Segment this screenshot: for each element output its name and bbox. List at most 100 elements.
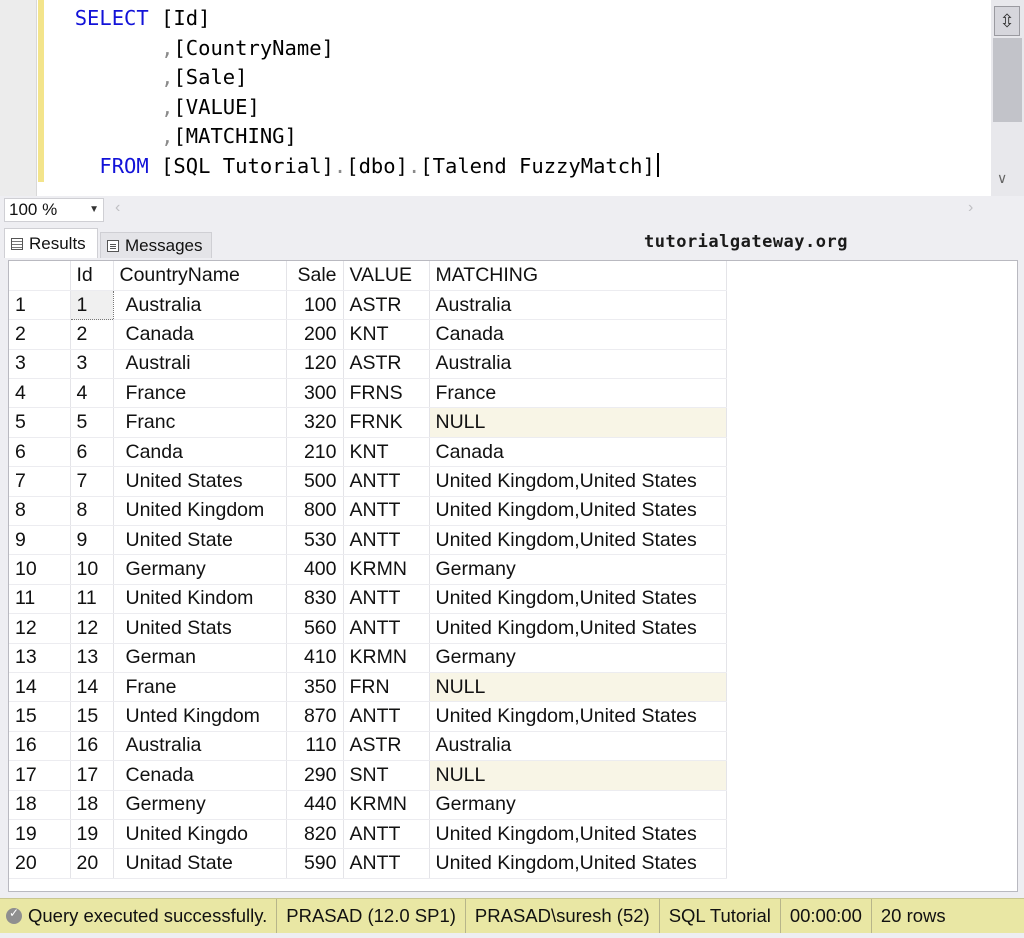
cell-matching[interactable]: Germany [429,643,727,673]
row-number[interactable]: 17 [9,760,71,791]
scroll-left-icon[interactable]: ‹ [115,199,120,217]
scrollbar-thumb[interactable] [993,38,1022,122]
cell-matching[interactable]: Canada [429,437,727,468]
tab-results[interactable]: Results [4,228,98,258]
cell-matching[interactable]: Germany [429,554,727,585]
row-number[interactable]: 9 [9,525,71,556]
row-number[interactable]: 14 [9,672,71,703]
cell-value[interactable]: ASTR [343,731,430,762]
table-row[interactable]: 4 4 France 300 FRNS France [9,378,727,409]
cell-matching[interactable]: Australia [429,731,727,762]
table-row[interactable]: 20 20 Unitad State 590 ANTT United Kingdom,Un… [9,848,727,879]
cell-value[interactable]: KRMN [343,790,430,820]
cell-countryname[interactable]: United State [113,525,287,556]
cell-countryname[interactable]: United Stats [113,613,287,644]
cell-value[interactable]: ANTT [343,584,430,615]
cell-id[interactable]: 8 [70,496,114,527]
cell-matching[interactable]: France [429,378,727,409]
cell-value[interactable]: ANTT [343,848,430,879]
cell-value[interactable]: FRNK [343,407,430,438]
cell-id[interactable]: 18 [70,790,114,820]
cell-sale[interactable]: 560 [286,613,344,644]
cell-matching[interactable]: Germany [429,790,727,820]
cell-matching[interactable]: Australia [429,290,727,321]
cell-countryname[interactable]: United States [113,466,287,497]
cell-sale[interactable]: 290 [286,760,344,791]
table-row[interactable]: 14 14 Frane 350 FRN NULL [9,672,727,703]
split-icon[interactable]: ⇳ [994,6,1020,36]
cell-matching[interactable]: NULL [429,407,727,438]
cell-sale[interactable]: 500 [286,466,344,497]
cell-matching[interactable]: United Kingdom,United States [429,466,727,497]
table-row[interactable]: 11 11 United Kindom 830 ANTT United Kingdom,U… [9,584,727,615]
cell-matching[interactable]: United Kingdom,United States [429,701,727,732]
row-number[interactable]: 7 [9,466,71,497]
row-number[interactable]: 10 [9,554,71,585]
cell-sale[interactable]: 830 [286,584,344,615]
row-number[interactable]: 18 [9,790,71,820]
cell-value[interactable]: ANTT [343,613,430,644]
query-editor[interactable]: SELECT [Id] ,[CountryName] ,[Sale] ,[VAL… [0,0,1024,196]
table-row[interactable]: 5 5 Franc 320 FRNK NULL [9,407,727,438]
column-header-countryname[interactable]: CountryName [113,261,287,291]
table-row[interactable]: 1 1 Australia 100 ASTR Australia [9,289,727,321]
column-header-id[interactable]: Id [70,261,114,291]
row-number[interactable]: 6 [9,437,71,468]
cell-sale[interactable]: 320 [286,407,344,438]
cell-countryname[interactable]: Unitad State [113,848,287,879]
cell-matching[interactable]: Australia [429,349,727,380]
cell-countryname[interactable]: Franc [113,407,287,438]
cell-matching[interactable]: Canada [429,319,727,350]
cell-id[interactable]: 1 [69,289,114,321]
cell-matching[interactable]: United Kingdom,United States [429,848,727,879]
cell-value[interactable]: ASTR [343,290,430,321]
row-number[interactable]: 19 [9,819,71,850]
scroll-right-icon[interactable]: › [968,199,973,217]
row-number[interactable]: 4 [9,378,71,409]
cell-value[interactable]: KRMN [343,643,430,673]
cell-id[interactable]: 6 [70,437,114,468]
cell-id[interactable]: 13 [70,643,114,673]
row-number[interactable]: 12 [9,613,71,644]
table-row[interactable]: 8 8 United Kingdom 800 ANTT United Kingdom,Un… [9,496,727,527]
cell-countryname[interactable]: Unted Kingdom [113,701,287,732]
editor-vertical-scrollbar[interactable]: ⇳ ∨ [991,0,1024,196]
cell-countryname[interactable]: Cenada [113,760,287,791]
zoom-dropdown[interactable]: 100 % ▼ [4,198,104,222]
cell-sale[interactable]: 200 [286,319,344,350]
cell-id[interactable]: 15 [70,701,114,732]
cell-matching[interactable]: United Kingdom,United States [429,819,727,850]
cell-countryname[interactable]: Germeny [113,790,287,820]
cell-id[interactable]: 11 [70,584,114,615]
cell-id[interactable]: 2 [70,319,114,350]
row-number[interactable]: 20 [9,848,71,879]
row-number[interactable]: 2 [9,319,71,350]
cell-countryname[interactable]: United Kingdo [113,819,287,850]
cell-id[interactable]: 16 [70,731,114,762]
cell-matching[interactable]: United Kingdom,United States [429,584,727,615]
table-row[interactable]: 3 3 Australi 120 ASTR Australia [9,349,727,380]
cell-sale[interactable]: 410 [286,643,344,673]
cell-countryname[interactable]: Australia [113,731,287,762]
cell-countryname[interactable]: France [113,378,287,409]
cell-sale[interactable]: 590 [286,848,344,879]
table-row[interactable]: 13 13 German 410 KRMN Germany [9,643,727,673]
cell-matching[interactable]: United Kingdom,United States [429,525,727,556]
cell-id[interactable]: 14 [70,672,114,703]
cell-value[interactable]: KNT [343,437,430,468]
table-row[interactable]: 7 7 United States 500 ANTT United Kingdom,Uni… [9,466,727,497]
cell-countryname[interactable]: Canda [113,437,287,468]
row-number[interactable]: 16 [9,731,71,762]
cell-id[interactable]: 10 [70,554,114,585]
row-number[interactable]: 15 [9,701,71,732]
cell-countryname[interactable]: United Kindom [113,584,287,615]
cell-value[interactable]: FRN [343,672,430,703]
cell-countryname[interactable]: Australia [113,290,287,321]
cell-matching[interactable]: NULL [429,760,727,791]
cell-id[interactable]: 4 [70,378,114,409]
cell-sale[interactable]: 350 [286,672,344,703]
cell-value[interactable]: ANTT [343,466,430,497]
cell-sale[interactable]: 800 [286,496,344,527]
row-number[interactable]: 5 [9,407,71,438]
cell-value[interactable]: ANTT [343,701,430,732]
